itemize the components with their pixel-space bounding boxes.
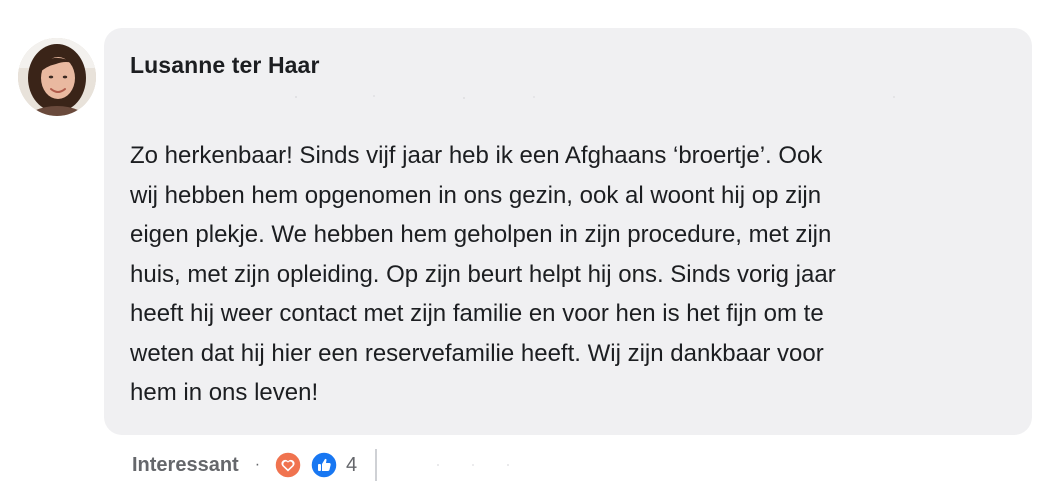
- profile-photo: [18, 38, 96, 116]
- faint-background-specks: [295, 95, 895, 99]
- divider: [375, 449, 378, 481]
- comment-author[interactable]: Lusanne ter Haar: [130, 52, 320, 79]
- reaction-count: 4: [346, 453, 358, 476]
- avatar[interactable]: [18, 38, 96, 116]
- comment-actions: Interessant · 4: [132, 447, 523, 483]
- comment-text: Zo herkenbaar! Sinds vijf jaar heb ik ee…: [130, 142, 836, 406]
- reaction-button[interactable]: Interessant: [132, 454, 239, 477]
- comment-bubble: Lusanne ter Haar Zo herkenbaar! Sinds vi…: [104, 28, 1032, 435]
- thumbs-up-icon: [310, 451, 338, 479]
- separator-dot: ·: [254, 456, 261, 473]
- reaction-summary[interactable]: 4: [274, 451, 357, 479]
- faint-action-specks: [437, 464, 510, 466]
- heart-icon: [274, 451, 302, 479]
